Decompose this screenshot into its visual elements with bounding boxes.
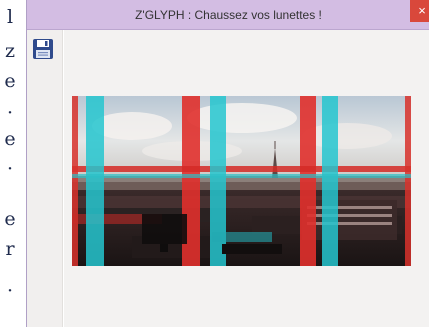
window-title: Z'GLYPH : Chaussez vos lunettes !: [135, 8, 322, 22]
strip-glyph: e: [4, 70, 16, 92]
title-bar[interactable]: Z'GLYPH : Chaussez vos lunettes ! ×: [27, 0, 429, 30]
save-button[interactable]: [32, 38, 54, 60]
close-button[interactable]: ×: [410, 0, 429, 22]
anaglyph-photo: [72, 96, 411, 266]
image-canvas: [63, 30, 429, 327]
strip-glyph: ·: [6, 158, 14, 180]
strip-glyph: z: [4, 40, 15, 62]
strip-glyph: e: [4, 128, 16, 150]
strip-glyph: r: [5, 238, 15, 260]
floppy-disk-icon: [33, 39, 53, 59]
strip-glyph: e: [4, 208, 16, 230]
app-window: Z'GLYPH : Chaussez vos lunettes ! ×: [26, 0, 429, 327]
strip-glyph: ·: [6, 102, 14, 124]
strip-glyph: ·: [6, 280, 14, 302]
background-document-edge: l z e · e · e r ·: [0, 0, 26, 327]
toolbar: [27, 30, 63, 327]
strip-glyph: l: [6, 6, 14, 28]
